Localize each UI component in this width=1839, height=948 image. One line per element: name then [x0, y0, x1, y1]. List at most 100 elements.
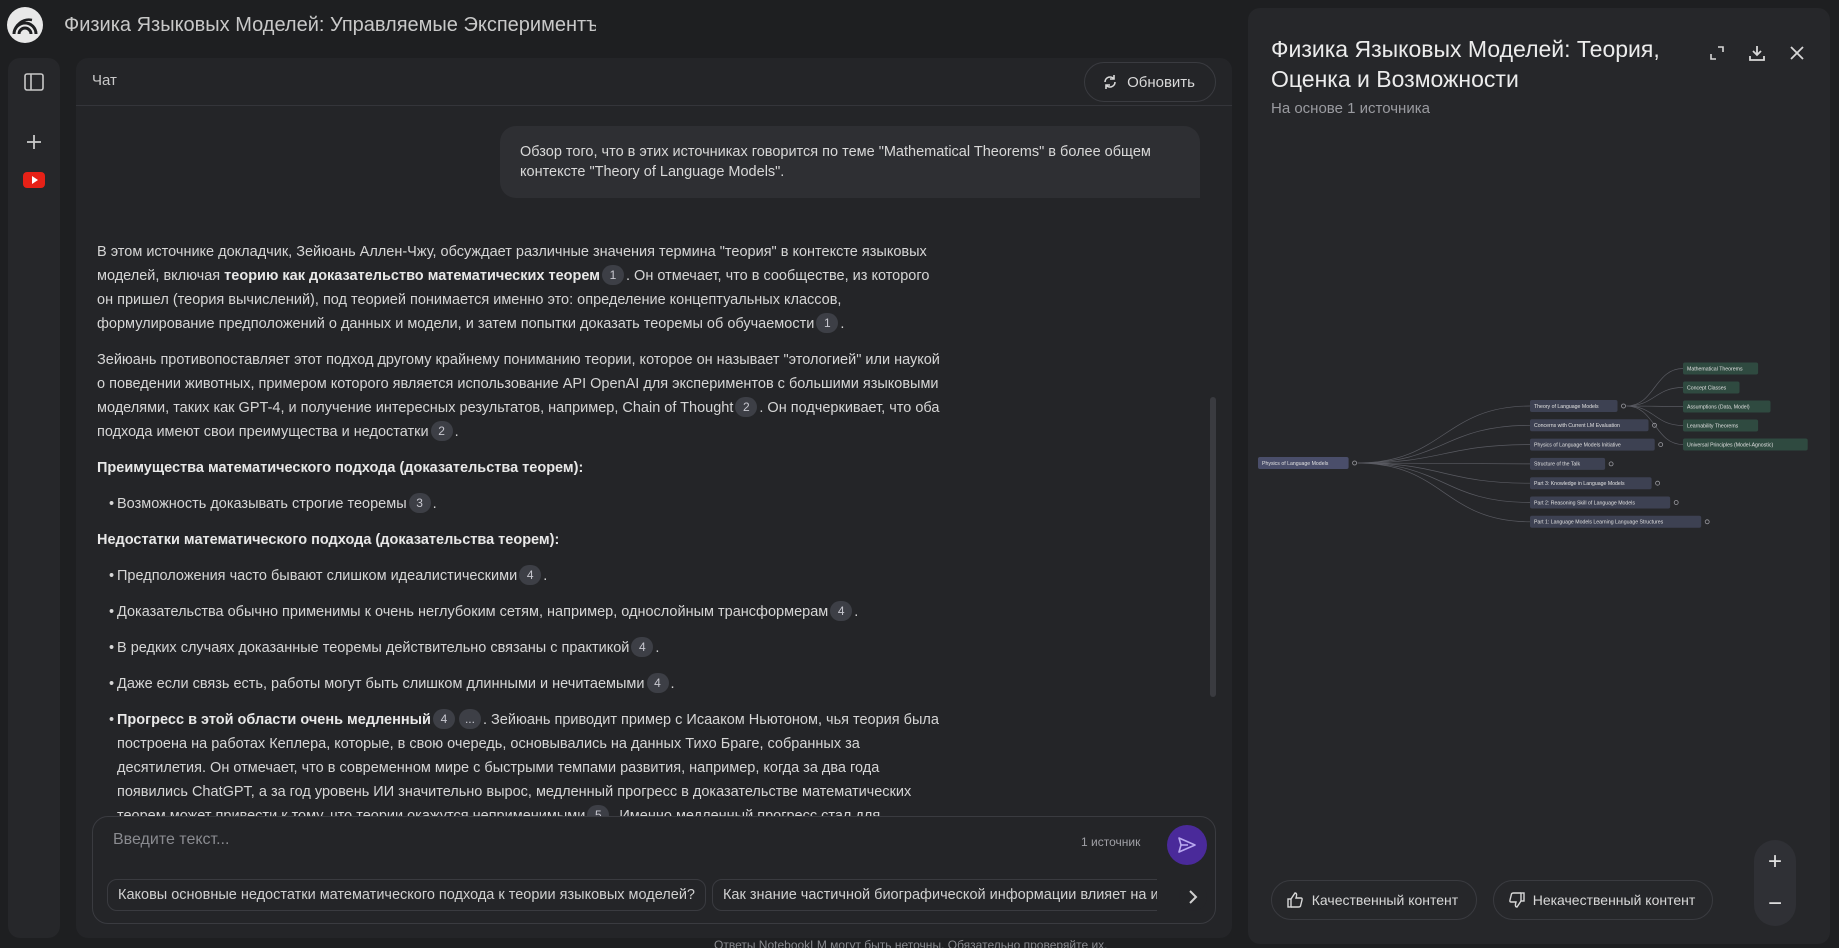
bad-content-label: Некачественный контент [1532, 891, 1696, 908]
youtube-source-icon[interactable] [22, 168, 46, 192]
zoom-in-button[interactable]: + [1754, 842, 1796, 882]
mind-map-branch-node[interactable]: Part 1: Language Models Learning Languag… [1530, 515, 1702, 528]
bad-content-button[interactable]: Некачественный контент [1493, 880, 1713, 920]
good-content-button[interactable]: Качественный контент [1271, 880, 1477, 920]
list-item-text: Возможность доказывать строгие теоремы [117, 496, 407, 512]
chevron-right-icon[interactable] [1179, 883, 1207, 911]
suggestion-chip[interactable]: Каковы основные недостатки математическо… [107, 879, 706, 911]
mind-map-leaf-node[interactable]: Learnability Theorems [1683, 419, 1759, 432]
mind-map-collapse-toggle[interactable] [1352, 460, 1357, 466]
mindmap-panel: Физика Языковых Моделей: Теория, Оценка … [1248, 8, 1830, 944]
list-item-text: Доказательства обычно применимы к очень … [117, 604, 829, 620]
citation-chip[interactable]: 1 [601, 265, 624, 285]
expand-icon[interactable] [1704, 40, 1730, 66]
zoom-controls: + − [1754, 840, 1796, 926]
svg-text:Part 3: Knowledge in Language: Part 3: Knowledge in Language Models [1534, 481, 1625, 487]
mind-map-expand-toggle[interactable] [1673, 500, 1679, 505]
zoom-out-button[interactable]: − [1754, 884, 1796, 924]
mindmap-subtitle: На основе 1 источника [1271, 100, 1430, 117]
list-item: Даже если связь есть, работы могут быть … [97, 672, 947, 696]
answer-paragraph: Зейюань противопоставляет этот подход др… [97, 348, 947, 444]
answer-paragraph: В этом источнике докладчик, Зейюань Алле… [97, 240, 947, 336]
download-icon[interactable] [1744, 40, 1770, 66]
section-heading: Преимущества математического подхода (до… [97, 456, 947, 480]
assistant-answer: В этом источнике докладчик, Зейюань Алле… [97, 240, 947, 864]
add-source-icon[interactable] [22, 130, 46, 154]
composer: 1 источник Каковы основные недостатки ма… [92, 816, 1216, 924]
mind-map-connector [1626, 387, 1684, 407]
send-icon [1178, 837, 1196, 853]
mind-map[interactable]: Physics of Language Models Theory of Lang… [1248, 328, 1830, 558]
svg-text:Physics of Language Models Ini: Physics of Language Models Initiative [1534, 442, 1621, 448]
notebook-title[interactable]: Физика Языковых Моделей: Управляемые Экс… [64, 14, 596, 37]
svg-text:Assumptions (Data, Model): Assumptions (Data, Model) [1687, 404, 1750, 410]
mind-map-branch-node[interactable]: Theory of Language Models [1530, 400, 1618, 412]
send-button[interactable] [1167, 825, 1207, 865]
suggestion-chip[interactable]: Как знание частичной биографической инфо… [711, 879, 1157, 911]
mind-map-branch-node[interactable]: Part 2: Reasoning Skill of Language Mode… [1530, 496, 1671, 509]
citation-chip[interactable]: 4 [519, 565, 542, 585]
citation-chip[interactable]: 2 [430, 421, 453, 441]
disclaimer: Ответы NotebookLM могут быть неточны. Об… [714, 938, 1108, 948]
citation-chip[interactable]: 4 [631, 637, 654, 657]
close-icon[interactable] [1784, 40, 1810, 66]
bold-text: теорию как доказательство математических… [224, 268, 600, 284]
citation-chip[interactable]: 4 [646, 673, 669, 693]
mind-map-root-node[interactable]: Physics of Language Models [1258, 457, 1349, 469]
mindmap-title: Физика Языковых Моделей: Теория, Оценка … [1271, 36, 1660, 92]
chat-header: Чат Обновить [76, 58, 1232, 106]
notebooklm-logo-icon [12, 18, 38, 35]
mind-map-branch-node[interactable]: Physics of Language Models Initiative [1530, 438, 1655, 451]
thumbs-up-icon [1287, 892, 1303, 908]
list-item: Возможность доказывать строгие теоремы3. [97, 492, 947, 516]
heading-text: Недостатки математического подхода (дока… [97, 532, 560, 548]
citation-chip[interactable]: 4 [432, 709, 455, 729]
source-count: 1 источник [1081, 835, 1141, 849]
list-item: В редких случаях доказанные теоремы дейс… [97, 636, 947, 660]
chat-scroll[interactable]: Обзор того, что в этих источниках говори… [76, 107, 1220, 875]
mind-map-expand-toggle[interactable] [1608, 461, 1614, 467]
message-input[interactable] [113, 831, 893, 849]
list-item-text: Даже если связь есть, работы могут быть … [117, 676, 645, 692]
mind-map-connector [1357, 405, 1531, 464]
svg-text:Concept Classes: Concept Classes [1687, 385, 1727, 391]
svg-text:Mathematical Theorems: Mathematical Theorems [1687, 366, 1743, 372]
refresh-icon [1104, 75, 1116, 89]
mind-map-leaf-node[interactable]: Universal Principles (Model-Agnostic) [1683, 438, 1808, 451]
section-heading: Недостатки математического подхода (дока… [97, 528, 947, 552]
mind-map-branch-node[interactable]: Part 3: Knowledge in Language Models [1530, 477, 1652, 490]
mind-map-expand-toggle[interactable] [1704, 519, 1710, 525]
citation-chip[interactable]: 3 [408, 493, 431, 513]
mind-map-expand-toggle[interactable] [1655, 480, 1661, 486]
panel-actions [1704, 40, 1810, 66]
good-content-label: Качественный контент [1311, 891, 1459, 908]
text: . [840, 316, 845, 332]
svg-text:Part 2: Reasoning Skill of Lan: Part 2: Reasoning Skill of Language Mode… [1534, 500, 1635, 506]
refresh-button[interactable]: Обновить [1084, 62, 1216, 102]
scrollbar[interactable] [1210, 397, 1216, 697]
svg-text:Concerns with Current LM Evalu: Concerns with Current LM Evaluation [1534, 423, 1620, 429]
chat-panel: Чат Обновить Обзор того, что в этих исто… [76, 58, 1232, 938]
mind-map-leaf-node[interactable]: Concept Classes [1683, 381, 1740, 394]
chat-title: Чат [92, 72, 117, 89]
mind-map-connector [1357, 424, 1531, 464]
mind-map-branch-node[interactable]: Concerns with Current LM Evaluation [1530, 419, 1649, 432]
more-citations-chip[interactable]: ... [458, 709, 481, 729]
citation-chip[interactable]: 1 [816, 313, 839, 333]
mind-map-branch-node[interactable]: Structure of the Talk [1530, 457, 1606, 470]
citation-chip[interactable]: 2 [735, 397, 758, 417]
mind-map-expand-toggle[interactable] [1658, 442, 1664, 447]
citation-chip[interactable]: 4 [830, 601, 853, 621]
mind-map-expand-toggle[interactable] [1621, 403, 1626, 409]
mind-map-leaf-node[interactable]: Mathematical Theorems [1683, 362, 1759, 375]
suggestion-chips: Каковы основные недостатки математическо… [107, 879, 1157, 913]
svg-text:Learnability Theorems: Learnability Theorems [1687, 423, 1739, 429]
mind-map-connector [1357, 444, 1531, 464]
mind-map-connector [1357, 462, 1531, 523]
mind-map-leaf-node[interactable]: Assumptions (Data, Model) [1683, 400, 1771, 413]
sidebar-toggle-icon[interactable] [22, 70, 46, 94]
svg-text:Structure of the Talk: Structure of the Talk [1534, 462, 1580, 468]
notebooklm-logo[interactable] [7, 7, 43, 43]
heading-text: Преимущества математического подхода (до… [97, 460, 584, 476]
list-item-text: Предположения часто бывают слишком идеал… [117, 568, 518, 584]
